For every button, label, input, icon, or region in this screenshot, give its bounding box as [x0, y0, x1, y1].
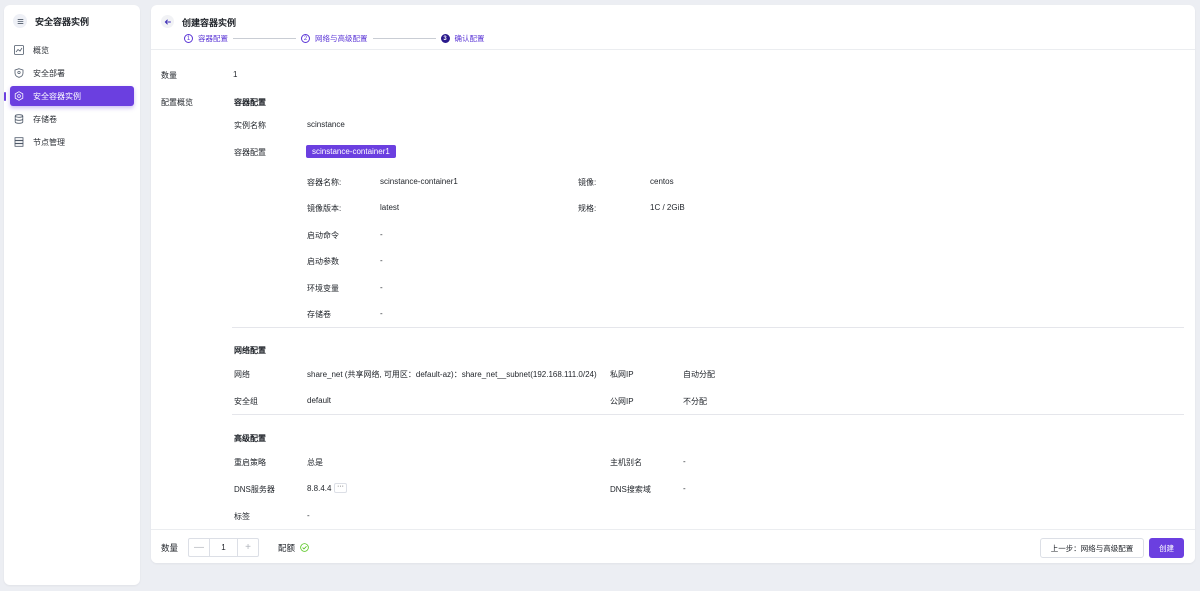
sidebar-item-storage[interactable]: 存储卷	[10, 109, 134, 129]
quantity-input[interactable]: 1	[209, 539, 238, 556]
chart-icon	[14, 45, 24, 55]
instance-name-label: 实例名称	[234, 121, 266, 130]
footer-quantity-label: 数量	[161, 543, 179, 553]
check-circle-icon	[300, 543, 309, 552]
sidebar-item-secure-deploy[interactable]: 安全部署	[10, 63, 134, 83]
network-config-title: 网络配置	[234, 346, 266, 355]
instance-name-value: scinstance	[307, 120, 345, 129]
container-config-title: 容器配置	[234, 98, 266, 107]
shield-icon	[14, 68, 24, 78]
increment-button[interactable]: +	[238, 539, 258, 556]
host-alias-label: 主机别名	[610, 458, 642, 467]
decrement-button[interactable]: —	[189, 539, 209, 556]
step-label: 确认配置	[454, 34, 485, 43]
restart-policy-value: 总是	[307, 458, 323, 467]
network-label: 网络	[234, 370, 250, 379]
sidebar-header: 安全容器实例	[4, 5, 140, 37]
network-value: share_net (共享网络, 可用区：default-az)：share_n…	[307, 370, 597, 379]
security-group-label: 安全组	[234, 397, 258, 406]
sidebar-title: 安全容器实例	[35, 16, 90, 27]
step-3[interactable]: 3 确认配置	[440, 33, 485, 44]
start-args-value: -	[380, 256, 383, 265]
step-number: 1	[184, 34, 193, 43]
security-group-value: default	[307, 396, 332, 405]
back-button[interactable]	[161, 15, 174, 28]
spec-value: 1C / 2GiB	[650, 203, 685, 212]
public-ip-label: 公网IP	[610, 397, 634, 406]
database-icon	[14, 114, 24, 124]
start-args-label: 启动参数	[307, 257, 339, 266]
active-marker	[4, 92, 6, 101]
advanced-config-title: 高级配置	[234, 434, 266, 443]
host-alias-value: -	[683, 457, 686, 466]
sidebar-item-label: 安全部署	[33, 68, 65, 78]
sidebar: 安全容器实例 概览 安全部署 安全容器实例 存储卷 节点管理	[4, 5, 140, 585]
private-ip-value: 自动分配	[683, 370, 715, 379]
menu-icon[interactable]	[13, 14, 27, 28]
page-header: 创建容器实例 1 容器配置 2 网络与高级配置 3 确认配置	[151, 5, 1195, 50]
quantity-value: 1	[233, 70, 238, 79]
create-button[interactable]: 创建	[1149, 538, 1184, 558]
sidebar-item-label: 节点管理	[33, 137, 65, 147]
container-tag[interactable]: scinstance-container1	[306, 145, 396, 158]
sidebar-item-overview[interactable]: 概览	[10, 40, 134, 60]
sidebar-item-secure-container[interactable]: 安全容器实例	[4, 86, 134, 106]
private-ip-label: 私网IP	[610, 370, 634, 379]
dns-server-label: DNS服务器	[234, 485, 275, 494]
quantity-label: 数量	[161, 71, 177, 80]
tags-value: -	[307, 511, 310, 520]
image-version-label: 镜像版本:	[307, 204, 342, 213]
dns-server-value: 8.8.4.4	[307, 484, 332, 493]
stepper-nav: 1 容器配置 2 网络与高级配置 3 确认配置	[184, 33, 485, 44]
footer-bar: 数量 — 1 + 配额 上一步：网络与高级配置 创建	[151, 529, 1195, 563]
sidebar-item-label: 存储卷	[33, 114, 57, 124]
main-panel: 创建容器实例 1 容器配置 2 网络与高级配置 3 确认配置 数量 1 配置概览…	[151, 5, 1195, 563]
dns-search-label: DNS搜索域	[610, 485, 651, 494]
container-config-label: 容器配置	[234, 148, 266, 157]
env-label: 环境变量	[307, 284, 339, 293]
image-version-value: latest	[380, 203, 400, 212]
step-number: 2	[301, 34, 310, 43]
quantity-stepper: — 1 +	[188, 538, 259, 557]
volume-value: -	[380, 309, 383, 318]
sidebar-item-label: 安全容器实例	[33, 91, 81, 101]
section-divider	[232, 327, 1184, 328]
quota-label: 配额	[278, 543, 296, 553]
volume-label: 存储卷	[307, 310, 331, 319]
container-icon	[14, 91, 24, 101]
public-ip-value: 不分配	[683, 397, 707, 406]
start-cmd-label: 启动命令	[307, 231, 339, 240]
step-2[interactable]: 2 网络与高级配置	[301, 33, 368, 44]
section-divider	[232, 414, 1184, 415]
sidebar-item-label: 概览	[33, 45, 49, 55]
container-name-label: 容器名称:	[307, 178, 342, 187]
step-number: 3	[440, 34, 450, 43]
overview-label: 配置概览	[161, 98, 193, 107]
tags-label: 标签	[234, 512, 250, 521]
step-1[interactable]: 1 容器配置	[184, 33, 228, 44]
container-name-value: scinstance-container1	[380, 177, 458, 186]
arrow-left-icon	[164, 18, 171, 25]
page-title: 创建容器实例	[182, 18, 237, 28]
previous-step-button[interactable]: 上一步：网络与高级配置	[1040, 538, 1144, 558]
env-value: -	[380, 283, 383, 292]
image-value: centos	[650, 177, 674, 186]
server-icon	[14, 137, 24, 147]
sidebar-item-nodes[interactable]: 节点管理	[10, 132, 134, 152]
step-connector	[372, 38, 436, 39]
restart-policy-label: 重启策略	[234, 458, 266, 467]
step-connector	[233, 38, 296, 39]
image-label: 镜像:	[578, 178, 597, 187]
step-label: 网络与高级配置	[315, 34, 368, 43]
spec-label: 规格:	[578, 204, 597, 213]
start-cmd-value: -	[380, 230, 383, 239]
dns-search-value: -	[683, 484, 686, 493]
step-label: 容器配置	[198, 34, 228, 43]
more-dns-button[interactable]: ···	[334, 483, 347, 493]
